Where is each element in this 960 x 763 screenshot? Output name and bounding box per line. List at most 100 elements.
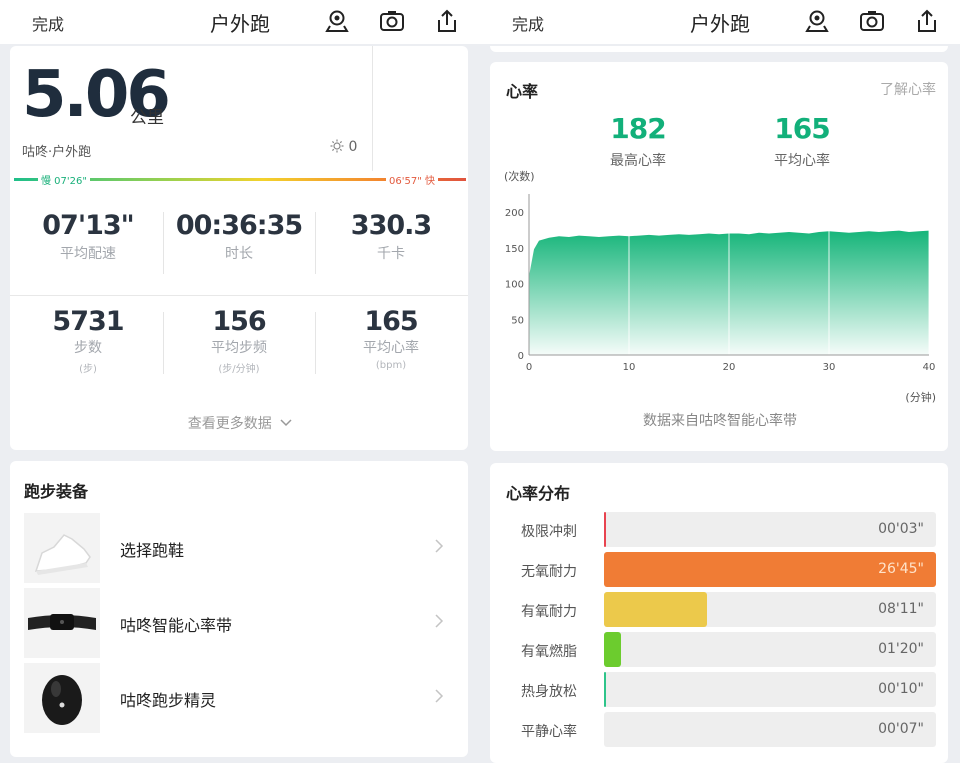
thumbnail bbox=[24, 588, 100, 658]
zone-time: 26'45" bbox=[878, 561, 924, 577]
divider bbox=[315, 312, 316, 374]
zone-time: 01'20" bbox=[878, 641, 924, 657]
stat-label: 平均心率 bbox=[363, 340, 419, 356]
y-tick-label: 50 bbox=[511, 315, 524, 326]
stat-unit: (bpm) bbox=[375, 360, 407, 371]
stat-label: 平均步频 bbox=[211, 340, 267, 356]
learn-heart-rate-link[interactable]: 了解心率 bbox=[880, 79, 936, 99]
chevron-right-icon bbox=[435, 689, 444, 703]
shoe-icon bbox=[34, 534, 91, 575]
gear-name: 咕咚跑步精灵 bbox=[120, 691, 217, 710]
stat-avg-heart-rate: 165 平均心率 (bpm) bbox=[316, 306, 466, 371]
x-tick-label: 30 bbox=[823, 362, 836, 373]
weather-value: 0 bbox=[348, 139, 358, 155]
weather-indicator: 0 bbox=[330, 139, 357, 155]
page-title: 户外跑 bbox=[210, 12, 270, 36]
pace-fast-label: 06'57" 快 bbox=[386, 172, 438, 187]
x-tick-label: 10 bbox=[623, 362, 636, 373]
left-screen: 完成 户外跑 5.06 公里 咕咚·户外跑 0 慢 07'26" 06'57" … bbox=[0, 0, 480, 761]
x-tick-label: 0 bbox=[526, 362, 532, 373]
gear-name: 选择跑鞋 bbox=[120, 541, 185, 560]
zone-bar-track: 08'11" bbox=[604, 592, 936, 627]
divider bbox=[10, 295, 468, 296]
distance-unit: 公里 bbox=[130, 108, 164, 128]
stat-duration: 00:36:35 时长 bbox=[164, 210, 314, 263]
zone-bar-fill bbox=[604, 592, 707, 627]
y-tick-label: 200 bbox=[505, 208, 524, 219]
x-tick-label: 40 bbox=[923, 362, 936, 373]
zone-label: 热身放松 bbox=[521, 684, 577, 700]
y-axis-label: (次数) bbox=[504, 169, 535, 183]
zone-time: 08'11" bbox=[878, 601, 924, 617]
stat-value: 330.3 bbox=[350, 210, 432, 241]
pace-slow-label: 慢 07'26" bbox=[38, 172, 90, 187]
gear-title: 跑步装备 bbox=[24, 482, 89, 501]
thumbnail bbox=[24, 513, 100, 583]
location-icon[interactable] bbox=[804, 8, 830, 34]
zone-time: 00'07" bbox=[878, 721, 924, 737]
divider bbox=[315, 212, 316, 274]
stat-value: 07'13" bbox=[42, 210, 134, 241]
stat-cadence: 156 平均步频 (步/分钟) bbox=[164, 306, 314, 375]
previous-card-edge bbox=[490, 46, 948, 52]
y-tick-label: 150 bbox=[505, 244, 524, 255]
zone-bar-fill bbox=[604, 512, 606, 547]
gear-item-shoes[interactable]: 选择跑鞋 bbox=[24, 513, 464, 583]
top-bar: 完成 户外跑 bbox=[480, 0, 960, 44]
stat-calories: 330.3 千卡 bbox=[316, 210, 466, 263]
divider bbox=[163, 312, 164, 374]
zone-time: 00'10" bbox=[878, 681, 924, 697]
top-bar: 完成 户外跑 bbox=[0, 0, 480, 44]
zone-bar-track: 00'03" bbox=[604, 512, 936, 547]
zone-bar-track: 00'10" bbox=[604, 672, 936, 707]
location-icon[interactable] bbox=[324, 8, 350, 34]
stat-label: 千卡 bbox=[377, 246, 405, 262]
zone-label: 有氧耐力 bbox=[521, 604, 577, 620]
zone-bar-track: 00'07" bbox=[604, 712, 936, 747]
heart-rate-strap-icon bbox=[28, 614, 96, 630]
stat-value: 5731 bbox=[52, 306, 124, 337]
chevron-right-icon bbox=[435, 539, 444, 553]
stat-value: 00:36:35 bbox=[175, 210, 303, 241]
gear-name: 咕咚智能心率带 bbox=[120, 616, 233, 635]
stat-value: 156 bbox=[212, 306, 266, 337]
data-source-note: 数据来自咕咚智能心率带 bbox=[643, 413, 797, 429]
zone-bar-track: 01'20" bbox=[604, 632, 936, 667]
share-icon[interactable] bbox=[914, 8, 940, 34]
right-screen: 完成 户外跑 心率 了解心率 182 最高心率 165 平均心率 (次数) (分… bbox=[480, 0, 960, 763]
gear-item-heart-strap[interactable]: 咕咚智能心率带 bbox=[24, 588, 464, 658]
x-tick-label: 20 bbox=[723, 362, 736, 373]
divider bbox=[163, 212, 164, 274]
zone-bar-track: 26'45" bbox=[604, 552, 936, 587]
heart-rate-title: 心率 bbox=[506, 82, 539, 101]
zone-label: 平静心率 bbox=[521, 724, 577, 740]
heart-rate-chart: (次数) (分钟) 0 50 100 150 200 0 10 20 30 40 bbox=[504, 169, 936, 404]
divider bbox=[372, 46, 373, 171]
thumbnail bbox=[24, 663, 100, 733]
sun-icon bbox=[330, 139, 344, 153]
zone-label: 极限冲刺 bbox=[521, 524, 577, 540]
chevron-down-icon bbox=[280, 419, 292, 427]
gear-item-running-sprite[interactable]: 咕咚跑步精灵 bbox=[24, 663, 464, 733]
more-data-button[interactable]: 查看更多数据 bbox=[0, 413, 480, 433]
avg-heart-rate-value: 165 bbox=[774, 112, 830, 145]
zone-title: 心率分布 bbox=[506, 484, 571, 503]
stat-value: 165 bbox=[364, 306, 418, 337]
more-data-label: 查看更多数据 bbox=[187, 416, 272, 432]
camera-icon[interactable] bbox=[859, 8, 885, 34]
stat-unit: (步) bbox=[79, 364, 97, 375]
camera-icon[interactable] bbox=[379, 8, 405, 34]
share-icon[interactable] bbox=[434, 8, 460, 34]
stat-unit: (步/分钟) bbox=[218, 364, 260, 375]
zone-bar-fill bbox=[604, 672, 606, 707]
stat-label: 步数 bbox=[74, 340, 102, 356]
stat-label: 平均配速 bbox=[60, 246, 116, 262]
zone-time: 00'03" bbox=[878, 521, 924, 537]
x-axis-label: (分钟) bbox=[905, 390, 936, 404]
stat-avg-pace: 07'13" 平均配速 bbox=[13, 210, 163, 263]
running-sprite-icon bbox=[42, 675, 82, 725]
y-tick-label: 0 bbox=[518, 351, 524, 362]
zone-label: 无氧耐力 bbox=[521, 564, 577, 580]
max-heart-rate-value: 182 bbox=[610, 112, 666, 145]
page-title: 户外跑 bbox=[690, 12, 750, 36]
